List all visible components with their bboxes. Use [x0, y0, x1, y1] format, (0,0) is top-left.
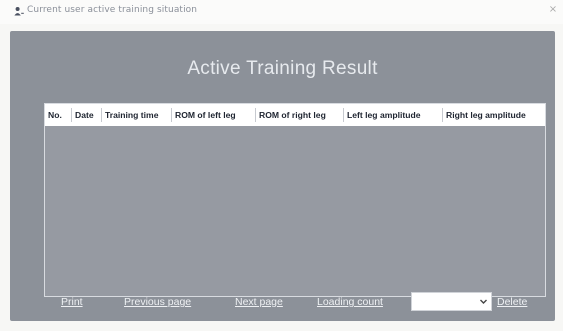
column-header-no[interactable]: No. [45, 108, 72, 122]
user-icon [14, 7, 24, 16]
training-result-panel: Active Training Result No. Date Training… [10, 31, 555, 321]
chevron-down-icon[interactable] [479, 297, 488, 306]
column-header-training-time[interactable]: Training time [102, 108, 172, 122]
column-header-date[interactable]: Date [72, 108, 102, 122]
close-icon[interactable]: × [547, 4, 559, 16]
title-bar: Current user active training situation × [0, 0, 563, 24]
delete-button[interactable]: Delete [497, 296, 527, 308]
table-header: No. Date Training time ROM of left leg R… [45, 104, 545, 126]
next-page-button[interactable]: Next page [235, 296, 283, 308]
table-body[interactable] [45, 126, 545, 296]
loading-count-button[interactable]: Loading count [317, 296, 383, 308]
print-button[interactable]: Print [61, 296, 83, 308]
column-header-rom-left-leg[interactable]: ROM of left leg [172, 108, 256, 122]
app-window: Current user active training situation ×… [0, 0, 563, 331]
previous-page-button[interactable]: Previous page [124, 296, 191, 308]
loading-count-select[interactable] [411, 292, 492, 311]
column-header-rom-right-leg[interactable]: ROM of right leg [256, 108, 344, 122]
page-title: Active Training Result [187, 58, 378, 79]
column-header-left-leg-amplitude[interactable]: Left leg amplitude [344, 108, 443, 122]
window-title: Current user active training situation [27, 5, 198, 15]
column-header-right-leg-amplitude[interactable]: Right leg amplitude [443, 108, 545, 122]
training-result-table: No. Date Training time ROM of left leg R… [44, 103, 546, 297]
